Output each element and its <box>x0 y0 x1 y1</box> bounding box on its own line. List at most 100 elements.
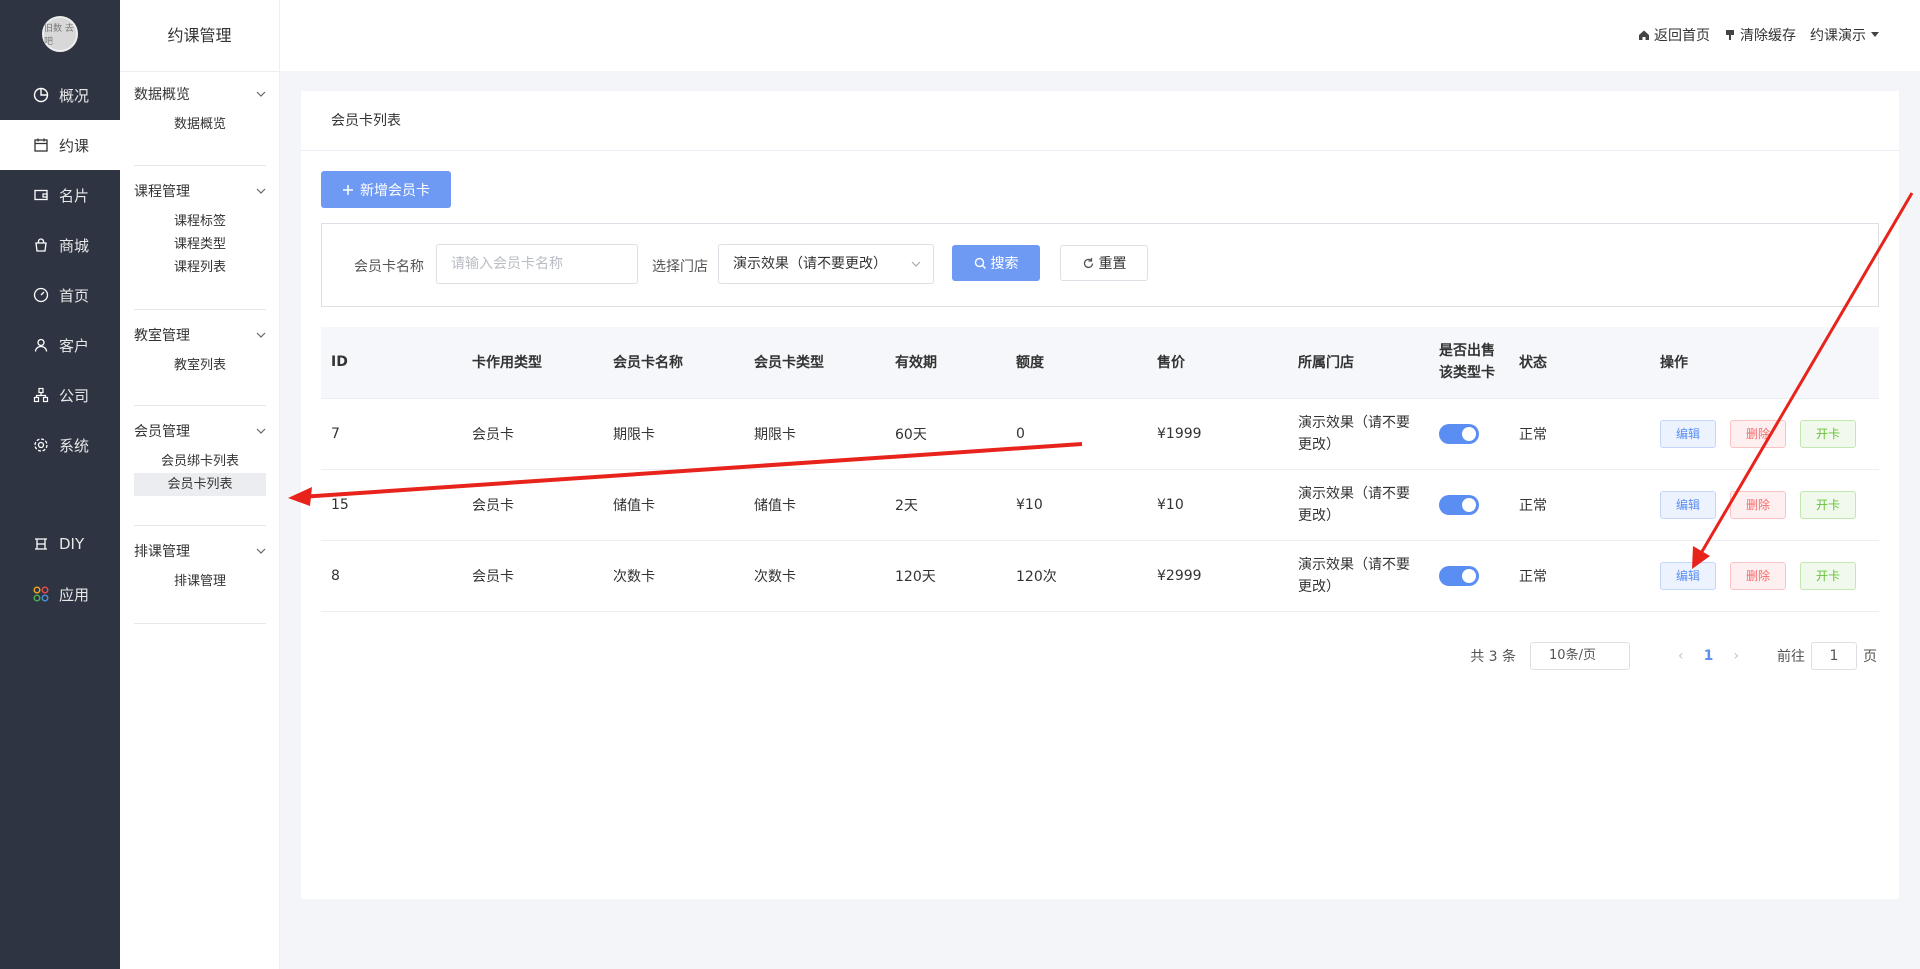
on-sale-toggle[interactable] <box>1439 565 1479 586</box>
col-amount[interactable]: 额度 <box>1006 327 1147 399</box>
sub-link-course-types[interactable]: 课程类型 <box>134 233 266 256</box>
search-button[interactable]: 搜索 <box>952 245 1040 281</box>
nav-label: 系统 <box>59 436 90 455</box>
nav-item-diy[interactable]: DIY <box>0 519 120 569</box>
caret-down-icon <box>1871 32 1879 37</box>
nav-item-overview[interactable]: 概况 <box>0 70 120 120</box>
cell-card-name: 储值卡 <box>603 469 744 541</box>
cell-use-type: 会员卡 <box>462 469 603 541</box>
sub-link-course-tags[interactable]: 课程标签 <box>134 210 266 233</box>
col-on-sale[interactable]: 是否出售该类型卡 <box>1429 327 1509 399</box>
nav-item-card[interactable]: 名片 <box>0 170 120 220</box>
cell-use-type: 会员卡 <box>462 398 603 470</box>
next-page-button[interactable]: › <box>1733 648 1739 664</box>
home-icon <box>1639 30 1649 40</box>
col-id[interactable]: ID <box>321 327 462 399</box>
cell-on-sale <box>1429 469 1509 541</box>
store-name: 演示效果（请不要更改） <box>1298 485 1410 524</box>
page-suffix: 页 <box>1863 649 1877 665</box>
cell-status: 正常 <box>1509 398 1650 470</box>
main-card: 会员卡列表 新增会员卡 会员卡名称 请输入会员卡名称 选择门店 演示效果（请不要… <box>301 91 1899 899</box>
sub-link-course-list[interactable]: 课程列表 <box>134 256 266 279</box>
group-label: 教室管理 <box>134 328 190 344</box>
edit-button[interactable]: 编辑 <box>1660 561 1716 590</box>
col-status[interactable]: 状态 <box>1509 327 1650 399</box>
edit-button[interactable]: 编辑 <box>1660 419 1716 448</box>
submenu-group-schedule: 排课管理 排课管理 <box>134 532 266 624</box>
cell-on-sale <box>1429 540 1509 612</box>
on-sale-toggle[interactable] <box>1439 423 1479 444</box>
cell-id: 15 <box>321 469 462 541</box>
on-sale-toggle[interactable] <box>1439 494 1479 515</box>
col-price[interactable]: 售价 <box>1147 327 1288 399</box>
nav-item-apps[interactable]: 应用 <box>0 569 120 619</box>
col-actions[interactable]: 操作 <box>1650 327 1879 399</box>
group-header[interactable]: 排课管理 <box>134 532 266 570</box>
group-header[interactable]: 数据概览 <box>134 75 266 113</box>
submenu-group-data: 数据概览 数据概览 <box>134 75 266 166</box>
main-sidebar: 旧数 去吧 概况 约课 名片 商城 首页 客户 公司 系统 DIY 应用 <box>0 0 120 969</box>
nav-label: 商城 <box>59 236 90 255</box>
apps-icon <box>32 585 50 603</box>
group-header[interactable]: 会员管理 <box>134 412 266 450</box>
add-member-card-button[interactable]: 新增会员卡 <box>321 171 451 208</box>
sub-link-classroom-list[interactable]: 教室列表 <box>134 354 266 377</box>
nav-item-home[interactable]: 首页 <box>0 270 120 320</box>
group-header[interactable]: 课程管理 <box>134 172 266 210</box>
user-dropdown[interactable]: 约课演示 <box>1810 25 1880 45</box>
page-number[interactable]: 1 <box>1704 648 1714 664</box>
header-actions: 返回首页 清除缓存 约课演示 <box>1638 25 1880 45</box>
nav-label: 公司 <box>59 386 90 405</box>
cell-price: ¥10 <box>1147 469 1288 541</box>
sub-link-schedule[interactable]: 排课管理 <box>134 570 266 593</box>
clear-cache-link[interactable]: 清除缓存 <box>1724 25 1796 45</box>
nav-label: 名片 <box>59 186 90 205</box>
cell-validity: 2天 <box>885 469 1006 541</box>
nav-item-booking[interactable]: 约课 <box>0 120 120 170</box>
sub-link-member-card-list[interactable]: 会员卡列表 <box>134 473 266 496</box>
submenu-group-member: 会员管理 会员绑卡列表 会员卡列表 <box>134 412 266 526</box>
group-header[interactable]: 教室管理 <box>134 316 266 354</box>
nav-item-mall[interactable]: 商城 <box>0 220 120 270</box>
search-icon <box>974 257 986 269</box>
col-card-type[interactable]: 会员卡类型 <box>744 327 885 399</box>
chevron-down-icon <box>256 188 266 194</box>
sub-link-data-overview[interactable]: 数据概览 <box>134 113 266 136</box>
home-link[interactable]: 返回首页 <box>1638 25 1710 45</box>
group-label: 课程管理 <box>134 184 190 200</box>
reset-button[interactable]: 重置 <box>1060 245 1148 281</box>
open-card-button[interactable]: 开卡 <box>1800 490 1856 519</box>
edit-button[interactable]: 编辑 <box>1660 490 1716 519</box>
chevron-down-icon <box>256 332 266 338</box>
logo[interactable]: 旧数 去吧 <box>42 16 78 52</box>
cell-amount: 0 <box>1006 398 1147 470</box>
cell-card-type: 储值卡 <box>744 469 885 541</box>
delete-button[interactable]: 删除 <box>1730 490 1786 519</box>
col-validity[interactable]: 有效期 <box>885 327 1006 399</box>
nav-item-system[interactable]: 系统 <box>0 420 120 470</box>
sub-link-member-binding[interactable]: 会员绑卡列表 <box>134 450 266 473</box>
prev-page-button[interactable]: ‹ <box>1678 648 1684 664</box>
delete-button[interactable]: 删除 <box>1730 419 1786 448</box>
cell-on-sale <box>1429 398 1509 470</box>
col-use-type[interactable]: 卡作用类型 <box>462 327 603 399</box>
nav-item-customer[interactable]: 客户 <box>0 320 120 370</box>
sub-menu: 约课管理 数据概览 数据概览 课程管理 课程标签 课程类型 课程列表 教室管理 … <box>120 0 280 969</box>
card-name-input[interactable]: 请输入会员卡名称 <box>436 244 638 284</box>
search-form: 会员卡名称 请输入会员卡名称 选择门店 演示效果（请不要更改） 搜索 重置 <box>321 223 1879 307</box>
open-card-button[interactable]: 开卡 <box>1800 419 1856 448</box>
col-card-name[interactable]: 会员卡名称 <box>603 327 744 399</box>
goto-page-input[interactable]: 1 <box>1811 642 1857 670</box>
open-card-button[interactable]: 开卡 <box>1800 561 1856 590</box>
group-label: 排课管理 <box>134 544 190 560</box>
nav-label: 应用 <box>59 585 90 604</box>
total-count: 共 3 条 <box>1470 649 1517 665</box>
delete-button[interactable]: 删除 <box>1730 561 1786 590</box>
card-name-label: 会员卡名称 <box>354 259 424 275</box>
nav-item-company[interactable]: 公司 <box>0 370 120 420</box>
group-label: 数据概览 <box>134 87 190 103</box>
cell-card-name: 期限卡 <box>603 398 744 470</box>
page-size-select[interactable]: 10条/页 <box>1530 642 1631 670</box>
col-store[interactable]: 所属门店 <box>1288 327 1429 399</box>
store-select[interactable]: 演示效果（请不要更改） <box>718 244 934 284</box>
